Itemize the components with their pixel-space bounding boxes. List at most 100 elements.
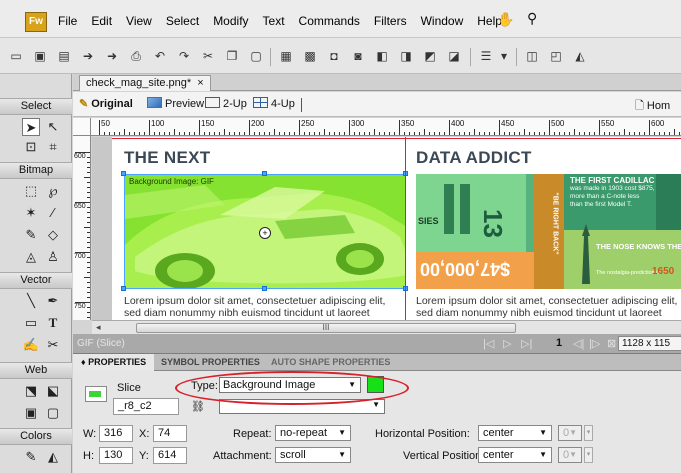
paste-icon[interactable]: ▢	[248, 48, 264, 64]
blur-tool-icon[interactable]: ◬	[22, 248, 40, 266]
save-icon[interactable]: ▣	[32, 48, 48, 64]
eraser-tool-icon[interactable]: ◇	[44, 226, 62, 244]
next-frame-icon[interactable]: |▷	[589, 337, 600, 350]
split-icon[interactable]: ◙	[350, 48, 366, 64]
tab-auto-shape-properties[interactable]: AUTO SHAPE PROPERTIES	[263, 354, 398, 371]
join-icon[interactable]: ◘	[326, 48, 342, 64]
background-image-slice[interactable]: Background Image: GIF +	[124, 174, 406, 289]
horizontal-position-number[interactable]: 0 ▼	[558, 425, 582, 441]
scale-tool-icon[interactable]: ⊡	[22, 138, 40, 156]
menu-select[interactable]: Select	[166, 14, 199, 28]
first-frame-icon[interactable]: |◁	[483, 337, 494, 350]
ungroup-icon[interactable]: ▩	[302, 48, 318, 64]
flip-icon[interactable]: ◭	[572, 48, 588, 64]
document-canvas[interactable]: THE NEXT DATA ADDICT Background Image: G…	[92, 137, 681, 320]
rotate-right-icon[interactable]: ◰	[548, 48, 564, 64]
view-4up-button[interactable]: 4-Up	[253, 97, 295, 112]
prev-frame-icon[interactable]: ◁|	[573, 337, 584, 350]
vertical-position-stepper[interactable]: ▾	[584, 447, 593, 463]
vertical-position-select[interactable]: center ▼	[478, 447, 552, 463]
repeat-select[interactable]: no-repeat ▼	[275, 425, 351, 441]
menu-window[interactable]: Window	[421, 14, 464, 28]
bring-to-front-icon[interactable]: ◧	[374, 48, 390, 64]
knife-tool-icon[interactable]: ✂	[44, 336, 62, 354]
fill-color-icon[interactable]: ◭	[44, 448, 62, 466]
line-tool-icon[interactable]: ╲	[22, 292, 40, 310]
export-icon[interactable]: ➜	[104, 48, 120, 64]
view-preview-button[interactable]: Preview	[147, 97, 204, 112]
ruler-minor-tick	[609, 132, 610, 135]
slice-handle-top-left[interactable]	[121, 171, 126, 176]
pen-tool-icon[interactable]: ✒	[44, 292, 62, 310]
hand-icon[interactable]: ✋	[497, 11, 514, 28]
slice-name-field[interactable]: _r8_c2	[113, 398, 179, 415]
horizontal-scrollbar[interactable]: ◂ III	[92, 320, 681, 334]
menu-modify[interactable]: Modify	[213, 14, 248, 28]
four-up-icon	[253, 97, 268, 108]
subselection-tool-icon[interactable]: ↖	[44, 118, 62, 136]
height-field[interactable]: 130	[99, 447, 133, 464]
hotspot-tool-icon[interactable]: ⬔	[22, 382, 40, 400]
last-frame-icon[interactable]: ▷|	[521, 337, 532, 350]
marquee-tool-icon[interactable]: ⬚	[22, 182, 40, 200]
menu-text[interactable]: Text	[263, 14, 285, 28]
scrollbar-thumb[interactable]: III	[136, 323, 516, 333]
align-dropdown-icon[interactable]: ▾	[496, 48, 512, 64]
vertical-position-number[interactable]: 0 ▼	[558, 447, 582, 463]
rotate-left-icon[interactable]: ◫	[524, 48, 540, 64]
cut-icon[interactable]: ✂	[200, 48, 216, 64]
menu-edit[interactable]: Edit	[91, 14, 112, 28]
new-document-icon[interactable]: ▭	[8, 48, 24, 64]
document-tab[interactable]: check_mag_site.png* ×	[79, 75, 211, 91]
attachment-label: Attachment:	[213, 450, 272, 462]
send-backward-icon[interactable]: ◩	[422, 48, 438, 64]
slice-handle-bottom-left[interactable]	[121, 286, 126, 291]
pointer-tool-icon[interactable]: ➤	[22, 118, 40, 136]
open-icon[interactable]: ▤	[56, 48, 72, 64]
lasso-tool-icon[interactable]: ℘	[44, 182, 62, 200]
pencil-tool-icon[interactable]: ✎	[22, 226, 40, 244]
zoom-icon[interactable]: ⚲	[527, 10, 537, 27]
menu-file[interactable]: File	[58, 14, 77, 28]
import-icon[interactable]: ➔	[80, 48, 96, 64]
bring-forward-icon[interactable]: ◨	[398, 48, 414, 64]
show-slices-icon[interactable]: ▢	[44, 404, 62, 422]
horizontal-position-select[interactable]: center ▼	[478, 425, 552, 441]
slice-handle-bottom[interactable]	[262, 286, 267, 291]
slice-tool-icon[interactable]: ⬕	[44, 382, 62, 400]
slice-handle-top[interactable]	[262, 171, 267, 176]
horizontal-position-stepper[interactable]: ▾	[584, 425, 593, 441]
crop-tool-icon[interactable]: ⌗	[44, 138, 62, 156]
y-field[interactable]: 614	[153, 447, 187, 464]
attachment-select[interactable]: scroll ▼	[275, 447, 351, 463]
align-icon[interactable]: ☰	[478, 48, 494, 64]
brush-tool-icon[interactable]: ∕	[44, 204, 62, 222]
play-icon[interactable]: ▷	[503, 337, 511, 350]
width-field[interactable]: 316	[99, 425, 133, 442]
rectangle-tool-icon[interactable]: ▭	[22, 314, 40, 332]
stroke-color-icon[interactable]: ✎	[22, 448, 40, 466]
freeform-tool-icon[interactable]: ✍	[22, 336, 40, 354]
redo-icon[interactable]: ↷	[176, 48, 192, 64]
menu-commands[interactable]: Commands	[299, 14, 360, 28]
tab-symbol-properties[interactable]: SYMBOL PROPERTIES	[153, 354, 268, 371]
view-original-button[interactable]: ✎ Original	[79, 97, 133, 112]
magic-wand-tool-icon[interactable]: ✶	[22, 204, 40, 222]
scroll-left-arrow-icon[interactable]: ◂	[96, 322, 101, 333]
preview-frame-icon[interactable]: ⊠	[607, 337, 616, 350]
copy-icon[interactable]: ❐	[224, 48, 240, 64]
send-to-back-icon[interactable]: ◪	[446, 48, 462, 64]
tab-properties[interactable]: ♦ PROPERTIES	[73, 354, 155, 371]
home-button[interactable]: 🗋 Hom	[635, 97, 670, 116]
rubber-stamp-tool-icon[interactable]: ♙	[44, 248, 62, 266]
menu-filters[interactable]: Filters	[374, 14, 407, 28]
view-2up-button[interactable]: 2-Up	[205, 97, 247, 112]
close-tab-icon[interactable]: ×	[197, 77, 203, 89]
x-field[interactable]: 74	[153, 425, 187, 442]
undo-icon[interactable]: ↶	[152, 48, 168, 64]
hide-slices-icon[interactable]: ▣	[22, 404, 40, 422]
group-icon[interactable]: ▦	[278, 48, 294, 64]
menu-view[interactable]: View	[126, 14, 152, 28]
print-icon[interactable]: ⎙	[128, 48, 144, 64]
text-tool-icon[interactable]: T	[44, 314, 62, 332]
